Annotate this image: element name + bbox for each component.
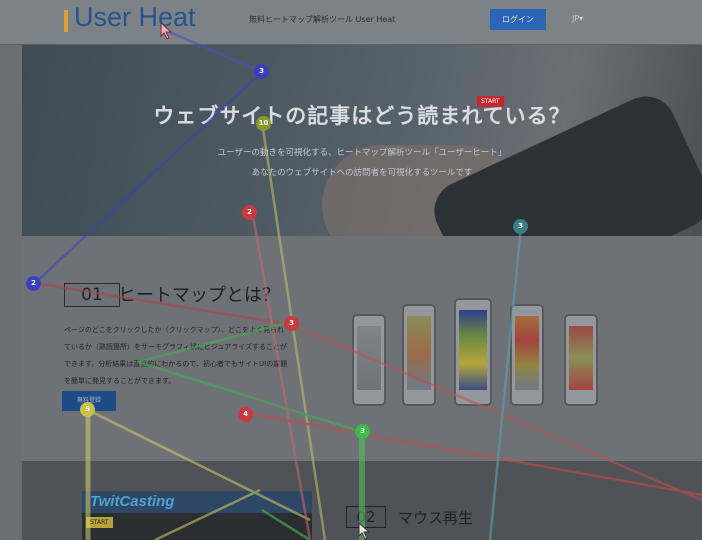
hero-subtitle-line1: ユーザーの動きを可視化する、ヒートマップ解析ツール「ユーザーヒート」 bbox=[217, 148, 507, 158]
trace-marker: 3 bbox=[513, 219, 528, 234]
trace-marker: 3 bbox=[355, 424, 370, 439]
site-header: User Heat 無料ヒートマップ解析ツール User Heat ログイン J… bbox=[0, 0, 702, 45]
section-number: 01 bbox=[64, 283, 120, 307]
hero-title: ウェブサイトの記事はどう読まれている？ bbox=[153, 104, 571, 128]
body-line: ページのどこをクリックしたか（クリックマップ）、どこをよく見られ bbox=[64, 326, 284, 334]
trace-marker: 5 bbox=[80, 402, 95, 417]
language-selector[interactable]: JP▾ bbox=[572, 14, 583, 23]
header-tagline: 無料ヒートマップ解析ツール User Heat bbox=[249, 15, 396, 24]
logo-mark-icon bbox=[64, 10, 68, 32]
section-body: ページのどこをクリックしたか（クリックマップ）、どこをよく見られ ているか（熟読… bbox=[64, 322, 349, 390]
body-line: を簡単に発見することができます。 bbox=[64, 377, 176, 385]
phone-heatmap-images bbox=[352, 266, 652, 406]
page: User Heat 無料ヒートマップ解析ツール User Heat ログイン J… bbox=[0, 0, 702, 540]
phone-image bbox=[352, 314, 386, 406]
start-marker: START bbox=[477, 96, 504, 107]
cursor-icon bbox=[160, 22, 173, 40]
twitcasting-header: TwitCasting bbox=[82, 491, 312, 513]
twitcasting-screenshot: TwitCasting START bbox=[82, 491, 312, 540]
section-title: ヒートマップとは？ bbox=[118, 285, 280, 306]
body-line: ているか（熟読箇所）をサーモグラフィ状にビジュアライズすることが bbox=[64, 343, 288, 351]
body-line: できます。分析結果は直感的にわかるので、初心者でもサイトUIの課題 bbox=[64, 360, 288, 368]
twitcasting-start-tag: START bbox=[86, 517, 113, 528]
trace-marker: 3 bbox=[284, 316, 299, 331]
twitcasting-logo: TwitCasting bbox=[90, 493, 175, 510]
cursor-icon bbox=[358, 522, 371, 540]
trace-marker: 10 bbox=[256, 116, 271, 131]
trace-marker: 2 bbox=[26, 276, 41, 291]
phone-image bbox=[402, 304, 436, 406]
trace-marker: 2 bbox=[242, 205, 257, 220]
logo[interactable]: User Heat bbox=[74, 2, 196, 33]
section-title: マウス再生 bbox=[398, 509, 474, 527]
trace-marker: 3 bbox=[254, 64, 269, 79]
phone-image bbox=[454, 298, 492, 406]
phone-image bbox=[564, 314, 598, 406]
trace-marker: 4 bbox=[238, 407, 253, 422]
hero-subtitle-line2: あなたのウェブサイトへの訪問者を可視化するツールです bbox=[251, 168, 473, 178]
hero-section: ウェブサイトの記事はどう読まれている？ ユーザーの動きを可視化する、ヒートマップ… bbox=[22, 45, 702, 236]
phone-image bbox=[510, 304, 544, 406]
login-button[interactable]: ログイン bbox=[490, 9, 546, 30]
